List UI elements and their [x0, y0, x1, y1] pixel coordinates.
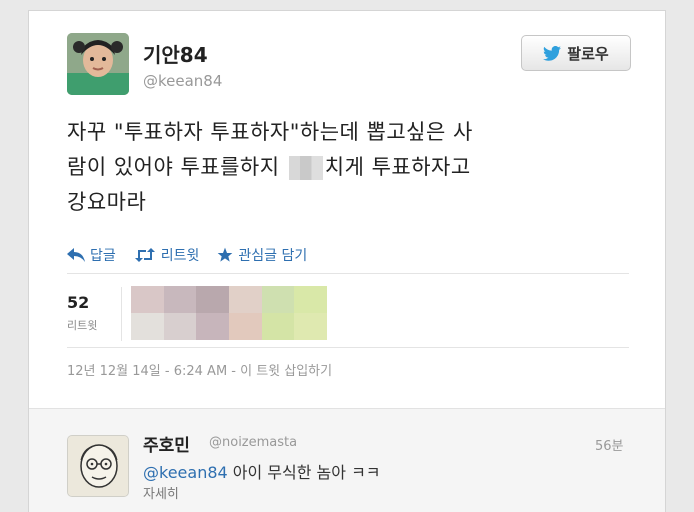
reply-avatar-image	[68, 436, 128, 496]
tweet-text-segment: 치게 투표하자고	[324, 155, 471, 179]
reply-author-name[interactable]: 주호민	[143, 431, 190, 456]
follow-button-label: 팔로우	[567, 44, 609, 63]
tweet-text: 자꾸 "투표하자 투표하자"하는데 뽑고싶은 사 람이 있어야 투표를하지 치게…	[67, 115, 637, 220]
retweet-action[interactable]: 리트윗	[134, 245, 200, 265]
follow-button[interactable]: 팔로우	[521, 35, 631, 71]
retweeter-avatar[interactable]	[294, 313, 327, 340]
reply-text-body: 아이 무식한 놈아 ㅋㅋ	[227, 463, 381, 482]
reply-action[interactable]: 답글	[67, 245, 116, 265]
retweeter-avatar[interactable]	[131, 313, 164, 340]
tweet-text-line: 강요마라	[67, 190, 147, 214]
retweeter-avatar[interactable]	[163, 286, 197, 313]
star-icon	[218, 247, 233, 262]
author-handle[interactable]: @keean84	[143, 72, 222, 90]
stats-separator	[121, 287, 122, 341]
author-avatar-image	[67, 33, 129, 95]
reply-detail-link[interactable]: 자세히	[143, 483, 179, 502]
reply-mention-link[interactable]: @keean84	[143, 463, 228, 482]
retweet-count-label: 리트윗	[67, 319, 98, 332]
reply-author-avatar[interactable]	[67, 435, 129, 497]
retweeter-avatar[interactable]	[196, 313, 229, 340]
retweeter-avatar[interactable]	[294, 286, 327, 313]
retweeter-avatars[interactable]	[131, 286, 327, 340]
reply-label: 답글	[90, 248, 116, 264]
tweet-timestamp[interactable]: 12년 12월 14일 - 6:24 AM - 이 트윗 삽입하기	[67, 360, 332, 379]
reply-section: 주호민 @noizemasta 56분 @keean84 아이 무식한 놈아 ㅋ…	[29, 408, 665, 512]
retweeter-avatar[interactable]	[229, 313, 262, 340]
tweet-stats: 52 리트윗	[67, 283, 629, 345]
favorite-action[interactable]: 관심글 담기	[217, 245, 307, 265]
retweeter-avatar[interactable]	[163, 313, 197, 340]
reply-time[interactable]: 56분	[595, 435, 624, 454]
tweet-text-line: 람이 있어야 투표를하지 치게 투표하자고	[67, 150, 637, 185]
twitter-bird-icon	[543, 45, 562, 61]
reply-author-handle[interactable]: @noizemasta	[209, 435, 297, 450]
tweet-text-segment: 람이 있어야 투표를하지	[67, 155, 280, 179]
reply-icon	[67, 248, 85, 262]
divider	[67, 273, 629, 274]
retweeter-avatar[interactable]	[131, 286, 164, 313]
censored-word-mosaic	[288, 156, 323, 180]
author-avatar[interactable]	[67, 33, 129, 95]
tweet-card: 기안84 @keean84 팔로우 자꾸 "투표하자 투표하자"하는데 뽑고싶은…	[28, 10, 666, 512]
retweet-icon	[134, 248, 155, 262]
retweeter-avatar[interactable]	[229, 286, 262, 313]
tweet-actions: 답글 리트윗 관심글 담기	[67, 245, 307, 265]
retweet-label: 리트윗	[160, 248, 200, 264]
retweeter-avatar[interactable]	[261, 313, 295, 340]
retweeter-avatar[interactable]	[261, 286, 295, 313]
author-name[interactable]: 기안84	[143, 39, 208, 68]
favorite-label: 관심글 담기	[238, 248, 308, 264]
retweeter-avatar[interactable]	[196, 286, 229, 313]
reply-text: @keean84 아이 무식한 놈아 ㅋㅋ	[143, 459, 381, 483]
tweet-text-line: 자꾸 "투표하자 투표하자"하는데 뽑고싶은 사	[67, 120, 473, 144]
retweet-count[interactable]: 52	[67, 293, 89, 312]
divider	[67, 347, 629, 348]
